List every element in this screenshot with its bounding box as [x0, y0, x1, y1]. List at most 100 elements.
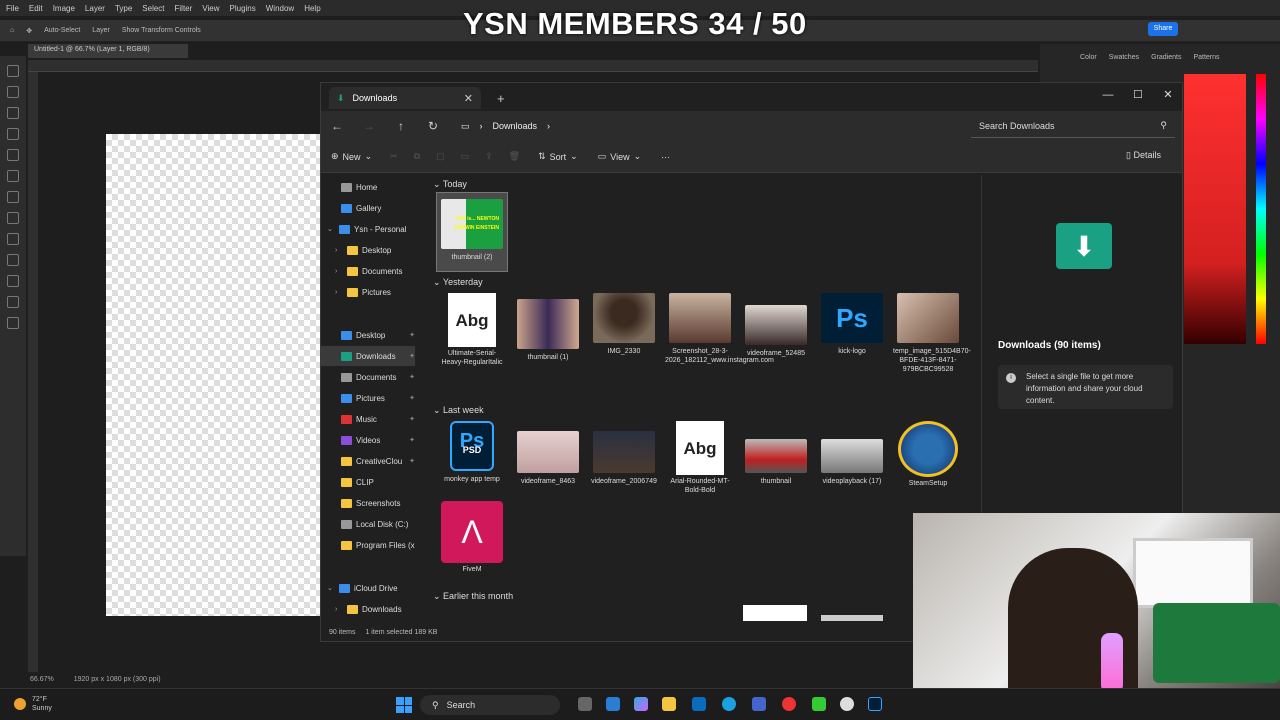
- hue-slider[interactable]: [1256, 74, 1266, 344]
- nav-onedrive-pictures[interactable]: › Pictures: [321, 282, 415, 302]
- hand-tool-icon[interactable]: [7, 296, 19, 308]
- menu-file[interactable]: File: [6, 4, 19, 13]
- tab-gradients[interactable]: Gradients: [1151, 54, 1181, 61]
- edge-icon[interactable]: [722, 697, 736, 711]
- share-button[interactable]: Share: [1148, 22, 1178, 36]
- copilot-icon[interactable]: [634, 697, 648, 711]
- weather-widget[interactable]: 72°F Sunny: [14, 695, 52, 713]
- paste-icon[interactable]: ▢: [428, 151, 453, 162]
- store-icon[interactable]: [692, 697, 706, 711]
- file-explorer-icon[interactable]: [662, 697, 676, 711]
- move-tool-icon[interactable]: ✥: [26, 27, 32, 35]
- view-button[interactable]: ▭ View ⌄: [588, 151, 651, 162]
- breadcrumb[interactable]: Downloads: [493, 121, 538, 131]
- brush-tool-icon[interactable]: [7, 170, 19, 182]
- delete-icon[interactable]: 🗑: [501, 151, 528, 162]
- group-today[interactable]: ⌄ Today: [433, 179, 467, 190]
- nav-program-files[interactable]: Program Files (x: [321, 535, 415, 555]
- nav-onedrive-documents[interactable]: › Documents: [321, 261, 415, 281]
- layer-dropdown[interactable]: Layer: [92, 27, 110, 34]
- file-item[interactable]: Ps kick-logo: [817, 293, 887, 356]
- chrome-icon[interactable]: [840, 697, 854, 711]
- nav-screenshots[interactable]: Screenshots: [321, 493, 415, 513]
- document-canvas[interactable]: [106, 134, 320, 616]
- nav-videos[interactable]: Videos ✦: [321, 430, 415, 450]
- new-tab-icon[interactable]: +: [497, 91, 505, 106]
- group-yesterday[interactable]: ⌄ Yesterday: [433, 277, 483, 288]
- nav-home[interactable]: Home: [321, 177, 415, 197]
- explorer-tab[interactable]: ⬇ Downloads ✕: [329, 87, 481, 109]
- nav-local-disk[interactable]: Local Disk (C:): [321, 514, 415, 534]
- more-button[interactable]: ···: [651, 152, 680, 162]
- file-item[interactable]: Ps PSD monkey app temp: [437, 421, 507, 484]
- nav-creativecloud[interactable]: CreativeClou ✦: [321, 451, 415, 471]
- nav-downloads[interactable]: Downloads ✦: [321, 346, 415, 366]
- copy-icon[interactable]: ⧉: [406, 151, 428, 162]
- menu-image[interactable]: Image: [53, 4, 75, 13]
- nav-gallery[interactable]: Gallery: [321, 198, 415, 218]
- file-item[interactable]: This is... NEWTON DARWIN EINSTEIN thumbn…: [436, 192, 508, 272]
- file-item[interactable]: videoframe_8463: [513, 421, 583, 486]
- app-icon[interactable]: [606, 697, 620, 711]
- record-icon[interactable]: [782, 697, 796, 711]
- details-button[interactable]: ▯ Details: [1126, 150, 1161, 161]
- file-item[interactable]: Abg Arial-Rounded-MT-Bold-Bold: [665, 421, 735, 495]
- sort-button[interactable]: ⇅ Sort ⌄: [528, 151, 588, 162]
- address-bar[interactable]: ▭ › Downloads ›: [461, 115, 961, 137]
- menu-layer[interactable]: Layer: [85, 4, 105, 13]
- cut-icon[interactable]: ✂: [382, 151, 406, 162]
- file-item[interactable]: SteamSetup: [893, 421, 963, 488]
- back-icon[interactable]: ←: [321, 119, 353, 133]
- close-tab-icon[interactable]: ✕: [464, 92, 473, 105]
- image-thumbnail[interactable]: [821, 615, 883, 621]
- minimize-icon[interactable]: —: [1093, 85, 1123, 105]
- zoom-tool-icon[interactable]: [7, 317, 19, 329]
- menu-type[interactable]: Type: [115, 4, 132, 13]
- nav-icloud[interactable]: ⌄ iCloud Drive: [321, 578, 415, 598]
- image-thumbnail[interactable]: [743, 605, 807, 621]
- share-icon[interactable]: ⇪: [477, 151, 501, 162]
- start-button-icon[interactable]: [396, 697, 412, 713]
- menu-view[interactable]: View: [202, 4, 219, 13]
- app-icon[interactable]: [752, 697, 766, 711]
- color-picker-field[interactable]: [1184, 74, 1246, 344]
- nav-documents[interactable]: Documents ✦: [321, 367, 415, 387]
- file-item[interactable]: Λ FiveM: [437, 501, 507, 574]
- nav-icloud-downloads[interactable]: › Downloads: [321, 599, 415, 619]
- app-icon[interactable]: [812, 697, 826, 711]
- document-tab[interactable]: Untitled-1 @ 66.7% (Layer 1, RGB/8): [28, 44, 188, 58]
- search-input[interactable]: Search Downloads ⚲: [971, 114, 1175, 138]
- refresh-icon[interactable]: ↻: [417, 119, 449, 133]
- group-last-week[interactable]: ⌄ Last week: [433, 405, 484, 416]
- new-button[interactable]: ⊕ New ⌄: [321, 151, 382, 162]
- tab-swatches[interactable]: Swatches: [1109, 54, 1139, 61]
- tab-color[interactable]: Color: [1080, 54, 1097, 61]
- home-icon[interactable]: ⌂: [10, 27, 14, 34]
- file-item[interactable]: Abg Ultimate-Serial-Heavy-RegularItalic: [437, 293, 507, 367]
- marquee-tool-icon[interactable]: [7, 86, 19, 98]
- file-item[interactable]: videoframe_52485: [741, 293, 811, 358]
- tab-patterns[interactable]: Patterns: [1193, 54, 1219, 61]
- photoshop-taskbar-icon[interactable]: [868, 697, 882, 711]
- file-item[interactable]: videoplayback (17): [817, 421, 887, 486]
- file-item[interactable]: thumbnail (1): [513, 293, 583, 362]
- close-window-icon[interactable]: ✕: [1153, 85, 1183, 105]
- forward-icon[interactable]: →: [353, 119, 385, 133]
- pen-tool-icon[interactable]: [7, 254, 19, 266]
- nav-music[interactable]: Music ✦: [321, 409, 415, 429]
- auto-select-checkbox[interactable]: Auto-Select: [44, 27, 80, 34]
- up-icon[interactable]: ↑: [385, 119, 417, 133]
- stamp-tool-icon[interactable]: [7, 191, 19, 203]
- group-earlier[interactable]: ⌄ Earlier this month: [433, 591, 513, 602]
- taskbar-search[interactable]: ⚲ Search: [420, 695, 560, 715]
- menu-edit[interactable]: Edit: [29, 4, 43, 13]
- file-item[interactable]: Screenshot_28-3-2026_182112_www.instagra…: [665, 293, 774, 365]
- type-tool-icon[interactable]: [7, 275, 19, 287]
- menu-filter[interactable]: Filter: [175, 4, 193, 13]
- task-view-icon[interactable]: [578, 697, 592, 711]
- nav-onedrive[interactable]: ⌄ Ysn - Personal: [321, 219, 415, 239]
- gradient-tool-icon[interactable]: [7, 233, 19, 245]
- file-item[interactable]: thumbnail: [741, 421, 811, 486]
- menu-window[interactable]: Window: [266, 4, 294, 13]
- nav-desktop[interactable]: Desktop ✦: [321, 325, 415, 345]
